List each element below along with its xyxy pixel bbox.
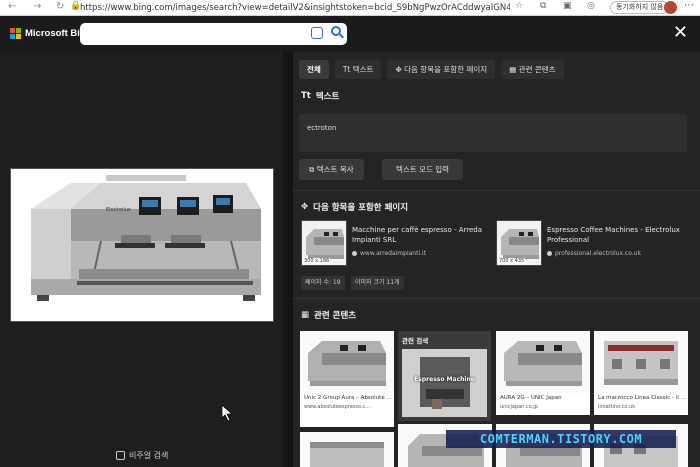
browser-toolbar: ← → ↻ 🔒 https://www.bing.com/images/sear… [0,0,700,16]
search-box[interactable] [80,23,347,45]
related-search-title: 관련 검색 [402,337,429,345]
tab-pages[interactable]: ✥ 다음 항목을 포함한 페이지 [387,60,496,79]
espresso-related-image [402,349,487,417]
page-thumbnail[interactable]: 700 x 435 [496,220,542,266]
collections-icon[interactable]: ▣ [563,1,572,11]
pages-icon: ✥ [395,65,402,74]
globe-icon [352,251,357,256]
related-search-image[interactable]: Espresso Machine [402,349,487,417]
text-icon: Tt [301,91,311,101]
page-count-chip[interactable]: 페이지 수: 19 [301,276,345,290]
espresso-card-image [594,331,688,393]
mouse-cursor-icon [222,405,233,421]
tab-text[interactable]: Tt 텍스트 [334,60,382,79]
related-image-card[interactable]: Unic 2 Group Aura – Absolute ... www.abs… [300,331,394,427]
more-menu-icon[interactable]: ⋯ [684,0,694,11]
svg-text:Electrolux: Electrolux [106,207,131,213]
image-sizes-chip[interactable]: 이미지 크기 11개 [351,276,404,290]
visual-search-icon[interactable] [311,27,323,39]
card-title[interactable]: La marzocco Linea Classic - il ... [598,395,686,401]
related-search-card[interactable]: 관련 검색 Espresso Machine [398,331,491,421]
insights-panel: 전체 Tt 텍스트 ✥ 다음 항목을 포함한 페이지 ▦ 관련 콘텐츠 Tt 텍… [293,52,700,467]
visual-search-button[interactable]: 비주얼 검색 [116,450,168,461]
address-bar[interactable]: https://www.bing.com/images/search?view=… [80,2,510,14]
page-result-card[interactable]: 700 x 435 Espresso Coffee Machines - Ele… [496,220,688,268]
image-dimensions: 300 x 186 [303,258,331,264]
microsoft-logo-icon [10,28,21,39]
page-title[interactable]: Macchine per caffè espresso - Arreda Imp… [352,225,492,245]
espresso-card-image [300,331,394,393]
extracted-text-box[interactable]: ectroton [299,114,687,152]
page-title[interactable]: Espresso Coffee Machines - Electrolux Pr… [547,225,687,245]
visual-search-icon [116,451,125,460]
related-image-card[interactable]: AURA 2G – UNIC Japan unicjapan.co.jp [496,331,590,415]
watermark: COMTERMAN.TISTORY.COM [446,430,676,448]
pages-section-title: ✥ 다음 항목을 포함한 페이지 [301,202,409,213]
section-divider [293,190,700,191]
related-image-card[interactable]: La marzocco Linea Classic - il ... ilmat… [594,331,688,415]
related-icon: ▦ [301,310,310,320]
close-button[interactable]: ✕ [673,24,688,42]
card-site: www.absoluteespresso.c... [304,404,371,410]
visual-search-label: 비주얼 검색 [129,451,169,460]
pages-icon: ✥ [301,202,309,212]
page-thumbnail[interactable]: 300 x 186 [301,220,347,266]
tab-bar: 전체 Tt 텍스트 ✥ 다음 항목을 포함한 페이지 ▦ 관련 콘텐츠 [299,60,564,79]
card-site: unicjapan.co.jp [500,404,538,410]
search-icon[interactable] [331,26,341,36]
page-site: professional.electrolux.co.uk [547,250,641,257]
site-favicon-icon [547,251,552,256]
back-icon[interactable]: ← [8,1,16,12]
section-divider [293,298,700,299]
tab-related[interactable]: ▦ 관련 콘텐츠 [501,60,564,79]
favorite-icon[interactable]: ☆ [515,1,523,11]
page-site: www.arredaimpianti.it [352,250,426,257]
related-icon: ▦ [509,65,517,74]
text-icon: Tt [342,65,351,74]
copy-text-button[interactable]: ⧉ 텍스트 복사 [299,159,364,180]
forward-icon[interactable]: → [33,1,41,12]
copy-icon: ⧉ [309,165,315,174]
page-result-card[interactable]: 300 x 186 Macchine per caffè espresso - … [301,220,493,268]
image-dimensions: 700 x 435 [498,258,526,264]
related-section-title: ▦ 관련 콘텐츠 [301,310,357,321]
espresso-card-image [300,432,394,467]
profile-icon[interactable]: ◎ [587,1,595,11]
card-title[interactable]: AURA 2G – UNIC Japan [500,395,562,401]
refresh-icon[interactable]: ↻ [56,1,64,12]
related-image-card[interactable] [300,432,394,467]
tab-all[interactable]: 전체 [299,60,329,79]
card-site: ilmattino.co.uk [598,404,636,410]
extracted-text[interactable]: ectroton [307,124,336,132]
related-search-label: Espresso Machine [414,376,475,383]
card-title[interactable]: Unic 2 Group Aura – Absolute ... [304,395,392,401]
main-image[interactable]: Electrolux [10,168,274,322]
text-section-title: Tt 텍스트 [301,91,340,102]
espresso-card-image [496,331,590,393]
panel-divider [283,52,293,467]
extensions-icon[interactable]: ⧉ [540,1,546,11]
avatar[interactable] [664,1,677,14]
image-viewer-panel: Electrolux 비주얼 검색 [0,52,283,467]
bing-header: Microsoft Bing ✕ [0,16,700,52]
espresso-machine-image: Electrolux [11,169,273,321]
text-mode-button[interactable]: 텍스트 모드 입력 [382,159,464,180]
sync-status-button[interactable]: 동기화하지 않음 [610,1,670,14]
